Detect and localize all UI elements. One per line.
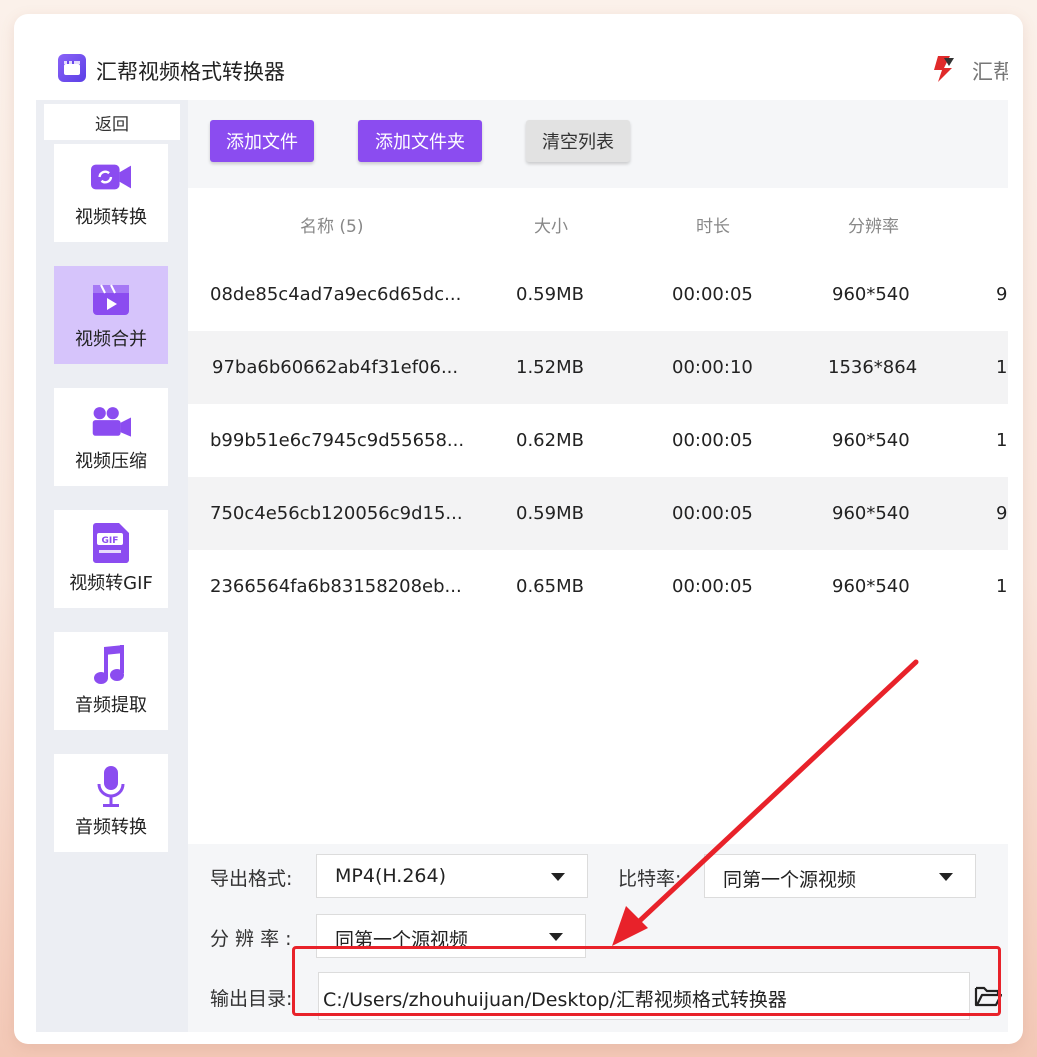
sidebar-item-label: 音频转换 (75, 817, 147, 838)
file-name: 2366564fa6b83158208eb... (210, 576, 462, 597)
svg-text:GIF: GIF (102, 536, 119, 546)
clear-list-button[interactable]: 清空列表 (526, 120, 630, 162)
file-size: 0.59MB (516, 503, 584, 524)
output-dir-label: 输出目录: (210, 988, 293, 1010)
file-duration: 00:00:05 (672, 503, 753, 524)
table-row[interactable]: b99b51e6c7945c9d55658... 0.62MB 00:00:05… (188, 404, 1008, 477)
table-row[interactable]: 2366564fa6b83158208eb... 0.65MB 00:00:05… (188, 550, 1008, 623)
sidebar-item-label: 视频压缩 (75, 451, 147, 472)
sidebar: 返回 视频转换 视频合并 视频压缩 GIF 视频转GIF 音频提取 音频转换 (36, 100, 188, 1032)
column-header-size[interactable]: 大小 (534, 212, 568, 237)
gif-icon: GIF (91, 523, 131, 563)
video-compress-icon (91, 401, 131, 441)
file-extra: 1 (996, 357, 1008, 378)
file-duration: 00:00:05 (672, 576, 753, 597)
file-extra: 9 (996, 284, 1008, 305)
sidebar-item-video-compress[interactable]: 视频压缩 (54, 388, 168, 486)
file-size: 0.65MB (516, 576, 584, 597)
file-duration: 00:00:05 (672, 430, 753, 451)
app-logo-icon (58, 54, 86, 82)
add-file-button[interactable]: 添加文件 (210, 120, 314, 162)
file-name: 08de85c4ad7a9ec6d65dc... (210, 284, 462, 305)
brand-logo-icon (934, 56, 954, 82)
sidebar-item-audio-extract[interactable]: 音频提取 (54, 632, 168, 730)
file-size: 0.62MB (516, 430, 584, 451)
column-header-duration[interactable]: 时长 (696, 212, 730, 237)
main-panel: 添加文件 添加文件夹 清空列表 名称 (5) 大小 时长 分辨率 08de85c… (188, 100, 1008, 1032)
sidebar-item-video-merge[interactable]: 视频合并 (54, 266, 168, 364)
app-title: 汇帮视频格式转换器 (96, 60, 285, 84)
file-size: 0.59MB (516, 284, 584, 305)
table-row[interactable]: 97ba6b60662ab4f31ef06... 1.52MB 00:00:10… (188, 331, 1008, 404)
column-header-resolution[interactable]: 分辨率 (848, 212, 899, 237)
back-button[interactable]: 返回 (44, 104, 180, 140)
column-header-name[interactable]: 名称 (5) (300, 212, 363, 237)
title-bar: 汇帮视频格式转换器 汇帮 (36, 38, 1008, 100)
file-resolution: 960*540 (832, 503, 910, 524)
file-resolution: 1536*864 (828, 357, 918, 378)
file-size: 1.52MB (516, 357, 584, 378)
format-select[interactable]: MP4(H.264) (316, 854, 588, 898)
bitrate-select[interactable]: 同第一个源视频 (704, 854, 976, 898)
sidebar-item-gif[interactable]: GIF 视频转GIF (54, 510, 168, 608)
table-row[interactable]: 750c4e56cb120056c9d15... 0.59MB 00:00:05… (188, 477, 1008, 550)
app-window: 汇帮视频格式转换器 汇帮 返回 视频转换 视频合并 视频压缩 GIF 视频转GI… (36, 38, 1008, 1032)
file-name: 750c4e56cb120056c9d15... (210, 503, 463, 524)
bitrate-value: 同第一个源视频 (723, 869, 857, 891)
file-resolution: 960*540 (832, 576, 910, 597)
file-duration: 00:00:10 (672, 357, 753, 378)
chevron-down-icon (939, 873, 953, 881)
highlight-box (292, 946, 1001, 1016)
screenshot-frame: 汇帮视频格式转换器 汇帮 返回 视频转换 视频合并 视频压缩 GIF 视频转GI… (14, 14, 1023, 1044)
sidebar-item-label: 视频合并 (75, 329, 147, 350)
file-name: 97ba6b60662ab4f31ef06... (212, 357, 459, 378)
file-extra: 1 (996, 576, 1008, 597)
format-label: 导出格式: (210, 868, 293, 890)
bitrate-label: 比特率: (618, 868, 682, 890)
toolbar: 添加文件 添加文件夹 清空列表 (188, 100, 1008, 186)
file-duration: 00:00:05 (672, 284, 753, 305)
sidebar-item-label: 视频转GIF (69, 573, 153, 594)
add-folder-button[interactable]: 添加文件夹 (358, 120, 482, 162)
file-resolution: 960*540 (832, 284, 910, 305)
table-row[interactable]: 08de85c4ad7a9ec6d65dc... 0.59MB 00:00:05… (188, 258, 1008, 331)
chevron-down-icon (549, 933, 563, 941)
brand-text: 汇帮 (972, 60, 1008, 84)
video-convert-icon (91, 157, 131, 197)
file-list-header: 名称 (5) 大小 时长 分辨率 (188, 188, 1008, 258)
music-note-icon (91, 645, 131, 685)
file-extra: 9 (996, 503, 1008, 524)
format-value: MP4(H.264) (335, 865, 447, 887)
microphone-icon (91, 766, 131, 807)
resolution-label: 分 辨 率 : (210, 928, 292, 950)
sidebar-item-audio-convert[interactable]: 音频转换 (54, 754, 168, 852)
sidebar-item-label: 视频转换 (75, 207, 147, 228)
sidebar-item-video-convert[interactable]: 视频转换 (54, 144, 168, 242)
file-list: 名称 (5) 大小 时长 分辨率 08de85c4ad7a9ec6d65dc..… (188, 188, 1008, 844)
file-extra: 1 (996, 430, 1008, 451)
sidebar-item-label: 音频提取 (75, 695, 147, 716)
video-merge-icon (91, 279, 131, 319)
file-resolution: 960*540 (832, 430, 910, 451)
chevron-down-icon (551, 873, 565, 881)
file-name: b99b51e6c7945c9d55658... (210, 430, 465, 451)
